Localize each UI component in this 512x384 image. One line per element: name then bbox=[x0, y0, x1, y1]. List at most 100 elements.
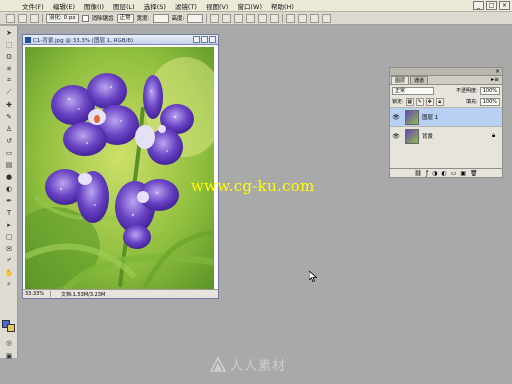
lock-all-icon[interactable]: 🔒︎ bbox=[435, 97, 444, 106]
healing-brush-icon[interactable]: ✚ bbox=[3, 99, 15, 110]
menu-edit[interactable]: 编辑(E) bbox=[53, 1, 75, 11]
blur-tool-icon[interactable]: ● bbox=[3, 171, 15, 182]
add-selection-icon[interactable] bbox=[30, 13, 39, 23]
style-select[interactable]: 正常 bbox=[116, 13, 134, 23]
gradient-tool-icon[interactable]: ▤ bbox=[3, 159, 15, 170]
image-canvas[interactable] bbox=[25, 47, 214, 290]
move-tool-icon[interactable]: ➤ bbox=[3, 27, 15, 38]
link-layers-icon[interactable]: ⛓ bbox=[414, 170, 422, 177]
delete-layer-icon[interactable]: 🗑︎ bbox=[470, 170, 478, 177]
adjustment-layer-icon[interactable]: ◐ bbox=[441, 170, 446, 177]
document-window: C1-背景.jpg @ 33.3% (图层 1, RGB/8) 33.33% 文… bbox=[22, 34, 219, 299]
align-icon[interactable] bbox=[234, 13, 244, 23]
screen-mode-icon[interactable]: ▣ bbox=[3, 350, 15, 361]
panel-tabs: 图层 通道 ▸≡ bbox=[390, 76, 502, 85]
quick-mask-icon[interactable]: ◎ bbox=[3, 337, 15, 348]
document-status-bar: 33.33% 文档:1.53M/3.23M bbox=[23, 289, 218, 298]
lock-label: 锁定: bbox=[392, 99, 404, 105]
layers-panel: × 图层 通道 ▸≡ 正常 不透明度: 100% 锁定: ▦ ✎ ✥ 🔒︎ 填充… bbox=[389, 67, 503, 178]
lock-row: 锁定: ▦ ✎ ✥ 🔒︎ 填充: 100% bbox=[390, 96, 502, 107]
history-brush-icon[interactable]: ↺ bbox=[3, 135, 15, 146]
align-icon[interactable] bbox=[210, 13, 220, 23]
distribute-icon[interactable] bbox=[310, 13, 320, 23]
dodge-tool-icon[interactable]: ◐ bbox=[3, 183, 15, 194]
brush-tool-icon[interactable]: ✎ bbox=[3, 111, 15, 122]
lock-position-icon[interactable]: ✥ bbox=[425, 97, 434, 106]
notes-tool-icon[interactable]: ✉ bbox=[3, 243, 15, 254]
menu-layer[interactable]: 图层(L) bbox=[113, 1, 135, 11]
clone-stamp-icon[interactable]: ♙ bbox=[3, 123, 15, 134]
crop-tool-icon[interactable]: ⌗ bbox=[3, 75, 15, 86]
layer-thumbnail bbox=[405, 109, 419, 125]
eyedropper-icon[interactable]: ⌿ bbox=[3, 255, 15, 266]
align-icon[interactable] bbox=[246, 13, 256, 23]
layer-style-icon[interactable]: ƒ bbox=[426, 170, 428, 177]
pen-tool-icon[interactable]: ✒ bbox=[3, 195, 15, 206]
menu-window[interactable]: 窗口(W) bbox=[237, 1, 262, 11]
background-color-swatch[interactable] bbox=[7, 324, 15, 332]
options-bar: 羽化: 0 px 消除锯齿 正常 宽度: 高度: bbox=[0, 12, 512, 25]
menu-image[interactable]: 图像(I) bbox=[84, 1, 104, 11]
layer-mask-icon[interactable]: ◑ bbox=[432, 170, 437, 177]
hand-tool-icon[interactable]: ✋ bbox=[3, 267, 15, 278]
shape-tool-icon[interactable]: ▢ bbox=[3, 231, 15, 242]
tab-layers[interactable]: 图层 bbox=[391, 76, 410, 84]
feather-field[interactable]: 羽化: 0 px bbox=[46, 13, 79, 23]
marquee-tool-icon[interactable]: ⬚ bbox=[3, 39, 15, 50]
close-icon[interactable]: × bbox=[499, 1, 510, 10]
zoom-level[interactable]: 33.33% bbox=[23, 291, 51, 297]
doc-close-icon[interactable] bbox=[209, 36, 216, 43]
zoom-tool-icon[interactable]: ⌕ bbox=[3, 279, 15, 290]
align-icon[interactable] bbox=[270, 13, 280, 23]
minimize-icon[interactable]: _ bbox=[473, 1, 484, 10]
panel-header[interactable]: × bbox=[390, 68, 502, 76]
watermark-text: 人人素材 bbox=[230, 359, 287, 374]
lasso-tool-icon[interactable]: ʘ bbox=[3, 51, 15, 62]
layer-name: 图层 1 bbox=[422, 115, 439, 121]
magic-wand-icon[interactable]: ✳ bbox=[3, 63, 15, 74]
antialias-checkbox[interactable] bbox=[81, 14, 89, 22]
eraser-tool-icon[interactable]: ▭ bbox=[3, 147, 15, 158]
menu-help[interactable]: 帮助(H) bbox=[271, 1, 294, 11]
new-selection-icon[interactable] bbox=[18, 13, 27, 23]
mouse-cursor-icon bbox=[309, 271, 317, 282]
tab-channels[interactable]: 通道 bbox=[410, 76, 429, 84]
tools-panel: ➤ ⬚ ʘ ✳ ⌗ ⟋ ✚ ✎ ♙ ↺ ▭ ▤ ● ◐ ✒ T ▸ ▢ ✉ ⌿ … bbox=[0, 26, 18, 361]
visibility-eye-icon[interactable]: 👁︎ bbox=[390, 133, 402, 140]
type-tool-icon[interactable]: T bbox=[3, 207, 15, 218]
window-controls: _ □ × bbox=[473, 1, 510, 10]
layer-row-1[interactable]: 👁︎ 图层 1 bbox=[390, 107, 502, 126]
menu-bar: 文件(F) 编辑(E) 图像(I) 图层(L) 选择(S) 滤镜(T) 视图(V… bbox=[0, 0, 512, 12]
document-size-info[interactable]: 文档:1.53M/3.23M bbox=[51, 291, 105, 298]
panel-menu-icon[interactable]: ▸≡ bbox=[491, 76, 502, 84]
distribute-icon[interactable] bbox=[298, 13, 308, 23]
doc-minimize-icon[interactable] bbox=[193, 36, 200, 43]
menu-view[interactable]: 视图(V) bbox=[206, 1, 229, 11]
path-select-icon[interactable]: ▸ bbox=[3, 219, 15, 230]
lock-pixels-icon[interactable]: ✎ bbox=[415, 97, 424, 106]
opacity-input[interactable]: 100% bbox=[479, 86, 500, 95]
align-icon[interactable] bbox=[222, 13, 232, 23]
menu-select[interactable]: 选择(S) bbox=[144, 1, 166, 11]
document-title-bar[interactable]: C1-背景.jpg @ 33.3% (图层 1, RGB/8) bbox=[23, 35, 218, 45]
height-input[interactable] bbox=[187, 13, 204, 23]
fill-input[interactable]: 100% bbox=[479, 97, 500, 106]
new-group-icon[interactable]: ▭ bbox=[451, 170, 457, 177]
layer-row-background[interactable]: 👁︎ 背景 🔒︎ bbox=[390, 126, 502, 145]
panel-close-icon[interactable]: × bbox=[495, 68, 500, 75]
distribute-icon[interactable] bbox=[286, 13, 296, 23]
lock-transparency-icon[interactable]: ▦ bbox=[405, 97, 414, 106]
align-icon[interactable] bbox=[258, 13, 268, 23]
maximize-icon[interactable]: □ bbox=[486, 1, 497, 10]
visibility-eye-icon[interactable]: 👁︎ bbox=[390, 114, 402, 121]
new-layer-icon[interactable]: ▣ bbox=[460, 170, 466, 177]
menu-file[interactable]: 文件(F) bbox=[22, 1, 44, 11]
fill-label: 填充: bbox=[466, 99, 478, 105]
doc-maximize-icon[interactable] bbox=[201, 36, 208, 43]
slice-tool-icon[interactable]: ⟋ bbox=[3, 87, 15, 98]
distribute-icon[interactable] bbox=[322, 13, 332, 23]
tool-preset-icon[interactable] bbox=[6, 13, 15, 23]
menu-filter[interactable]: 滤镜(T) bbox=[175, 1, 197, 11]
blend-mode-select[interactable]: 正常 bbox=[392, 86, 434, 95]
width-input[interactable] bbox=[152, 13, 169, 23]
